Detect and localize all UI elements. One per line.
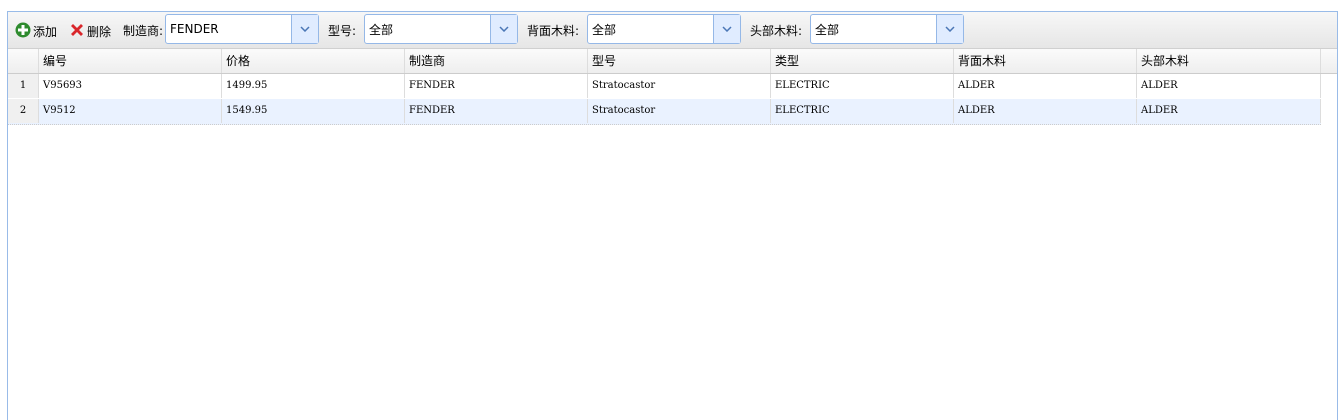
column-header-id[interactable]: 编号 (39, 49, 222, 73)
row-number: 2 (8, 99, 39, 123)
cell-top-wood: ALDER (1137, 99, 1321, 123)
cell-id: V9512 (39, 99, 222, 123)
cell-back-wood: ALDER (954, 99, 1137, 123)
cell-type: ELECTRIC (771, 74, 954, 98)
column-header-back-wood[interactable]: 背面木料 (954, 49, 1137, 73)
row-number: 1 (8, 74, 39, 98)
top-wood-label: 头部木料: (750, 24, 803, 38)
manufacturer-input[interactable] (170, 20, 286, 38)
toolbar: 添加 删除 制造商: 型号: 背面木料: (8, 12, 1337, 49)
top-wood-select[interactable] (810, 14, 964, 44)
manufacturer-select[interactable] (165, 14, 319, 44)
back-wood-select[interactable] (587, 14, 741, 44)
table-row[interactable]: 2 V9512 1549.95 FENDER Stratocastor ELEC… (8, 99, 1321, 125)
chevron-down-icon[interactable] (291, 15, 318, 43)
chevron-down-icon[interactable] (713, 15, 740, 43)
model-select[interactable] (364, 14, 518, 44)
cell-price: 1549.95 (222, 99, 405, 123)
cell-model: Stratocastor (588, 99, 771, 123)
chevron-down-icon[interactable] (490, 15, 517, 43)
cell-model: Stratocastor (588, 74, 771, 98)
cell-manufacturer: FENDER (405, 74, 588, 98)
column-header-model[interactable]: 型号 (588, 49, 771, 73)
chevron-down-icon[interactable] (936, 15, 963, 43)
back-wood-label: 背面木料: (527, 24, 580, 38)
column-header-top-wood[interactable]: 头部木料 (1137, 49, 1321, 73)
column-header-price[interactable]: 价格 (222, 49, 405, 73)
delete-icon (69, 22, 85, 41)
back-wood-input[interactable] (592, 20, 708, 38)
cell-manufacturer: FENDER (405, 99, 588, 123)
row-number-header (8, 49, 39, 73)
delete-label: 删除 (87, 24, 112, 39)
guitar-panel: 添加 删除 制造商: 型号: 背面木料: (7, 11, 1338, 420)
model-label: 型号: (328, 24, 357, 38)
table-row[interactable]: 1 V95693 1499.95 FENDER Stratocastor ELE… (8, 74, 1321, 100)
cell-back-wood: ALDER (954, 74, 1137, 98)
delete-button[interactable]: 删除 (69, 21, 111, 41)
top-wood-input[interactable] (815, 20, 931, 38)
column-header-type[interactable]: 类型 (771, 49, 954, 73)
cell-price: 1499.95 (222, 74, 405, 98)
grid-header: 编号 价格 制造商 型号 类型 背面木料 头部木料 (8, 49, 1337, 74)
cell-top-wood: ALDER (1137, 74, 1321, 98)
manufacturer-label: 制造商: (123, 24, 164, 38)
add-icon (15, 22, 31, 41)
add-button[interactable]: 添加 (15, 21, 57, 41)
model-input[interactable] (369, 20, 485, 38)
cell-id: V95693 (39, 74, 222, 98)
column-header-manufacturer[interactable]: 制造商 (405, 49, 588, 73)
add-label: 添加 (33, 24, 58, 39)
cell-type: ELECTRIC (771, 99, 954, 123)
